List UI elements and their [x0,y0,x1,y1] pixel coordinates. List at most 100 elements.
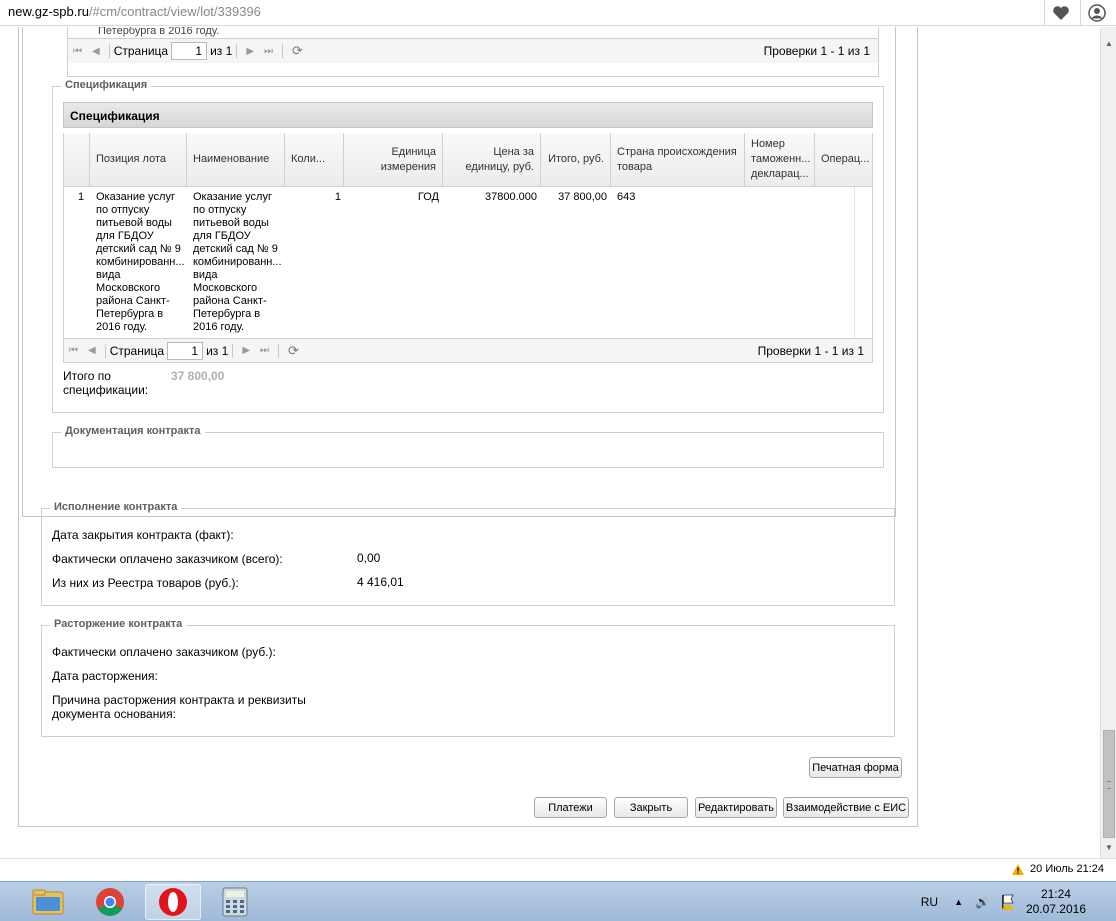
prev-page-icon[interactable]: ◀ [92,46,100,57]
grid-column-divider [854,187,855,338]
close-date-label: Дата закрытия контракта (факт): [52,528,234,542]
url-path: /#cm/contract/view/lot/339396 [88,4,261,19]
taskbar-calculator[interactable] [207,884,263,920]
row-number: 1 [78,191,85,203]
language-indicator[interactable]: RU [921,895,938,909]
specification-grid-pager: ⏮ ◀ Страница 1 из 1 ▶ ⏭ ⟳ Проверки 1 - 1… [63,338,873,363]
warning-icon [1012,863,1025,875]
first-page-icon[interactable]: ⏮ [69,345,78,356]
tray-expand-icon[interactable]: ▲ [954,897,963,907]
column-country[interactable]: Страна происхождения товара [611,133,745,186]
documentation-legend: Документация контракта [61,425,205,437]
termination-paid-label: Фактически оплачено заказчиком (руб.): [52,645,276,659]
registry-value: 4 416,01 [357,575,404,589]
paid-total-value: 0,00 [357,551,381,565]
page-viewport: Петербурга в 2016 году. ⏮ ◀ Страница 1 и… [0,27,1100,858]
cell-unit-price: 37800.000 [485,191,537,203]
termination-legend: Расторжение контракта [50,618,187,630]
documentation-fieldset: Документация контракта [52,425,884,468]
favorite-button[interactable] [1044,0,1076,25]
pager-separator [236,44,238,58]
notification-text: 20 Июль 21:24 [1030,863,1104,875]
column-name[interactable]: Наименование [187,133,285,186]
column-lot-position[interactable]: Позиция лота [90,133,187,186]
clock[interactable]: 21:24 20.07.2016 [1026,887,1086,917]
page-label: Страница [113,44,169,58]
eis-interaction-button[interactable]: Взаимодействие с ЕИС [783,797,909,818]
clock-date: 20.07.2016 [1025,902,1086,916]
cell-total: 37 800,00 [558,191,607,203]
network-flag-icon[interactable] [1000,894,1016,910]
page-input[interactable]: 1 [167,341,204,360]
folder-icon [32,889,64,915]
calculator-icon [222,887,248,917]
cell-unit: ГОД [417,191,439,203]
last-page-icon[interactable]: ⏭ [260,345,269,356]
page-label: Страница [109,343,165,358]
user-icon [1087,3,1106,22]
clock-time: 21:24 [1040,887,1071,901]
address-bar[interactable]: new.gz-spb.ru/#cm/contract/view/lot/3393… [8,4,261,19]
payments-button[interactable]: Платежи [534,797,607,818]
browser-toolbar: new.gz-spb.ru/#cm/contract/view/lot/3393… [0,0,1116,26]
refresh-icon[interactable]: ⟳ [292,43,303,59]
system-tray: RU ▲ 🔊 21:24 20.07.2016 [921,882,1116,921]
specification-grid-title: Спецификация [63,102,873,128]
scrollbar-thumb[interactable] [1103,730,1115,838]
column-total[interactable]: Итого, руб. [541,133,611,186]
pager-separator [108,44,110,58]
previous-grid-row-text: Петербурга в 2016 году. [98,27,220,37]
scroll-down-icon[interactable]: ▼ [1105,843,1113,852]
volume-icon[interactable]: 🔊 [975,895,990,909]
cell-lot-position: Оказание услуг по отпуску питьевой воды … [96,191,185,333]
account-button[interactable] [1080,0,1112,25]
close-button[interactable]: Закрыть [614,797,688,818]
column-customs-number[interactable]: Номер таможенн... декларац... [745,133,815,186]
previous-grid: Петербурга в 2016 году. ⏮ ◀ Страница 1 и… [67,27,879,77]
windows-taskbar: RU ▲ 🔊 21:24 20.07.2016 [0,881,1116,921]
column-rownum [64,133,90,186]
scroll-up-icon[interactable]: ▲ [1105,39,1113,48]
grip-icon [1107,781,1111,789]
column-operation[interactable]: Операц... [815,133,874,186]
page-scrollbar[interactable]: ▲ ▼ [1100,27,1116,858]
spec-total-value: 37 800,00 [171,369,225,383]
pager-summary: Проверки 1 - 1 из 1 [757,343,864,358]
page-input[interactable]: 1 [171,42,208,60]
registry-label: Из них из Реестра товаров (руб.): [52,576,239,590]
browser-status-strip: 20 Июль 21:24 [0,858,1116,880]
taskbar-explorer[interactable] [20,884,76,920]
notification[interactable]: 20 Июль 21:24 [1012,863,1104,875]
opera-icon [159,888,187,916]
specification-grid-header: Позиция лота Наименование Коли... Единиц… [63,133,873,187]
spec-total-label: Итого по спецификации: [63,369,149,397]
execution-legend: Исполнение контракта [50,501,182,513]
heart-icon [1052,5,1069,20]
pager-separator [104,343,106,358]
termination-date-label: Дата расторжения: [52,669,158,683]
column-unit-price[interactable]: Цена за единицу, руб. [443,133,541,186]
specification-legend: Спецификация [61,79,152,91]
prev-page-icon[interactable]: ◀ [88,345,96,356]
page-count: из 1 [206,343,229,358]
pager-separator [232,343,234,358]
paid-total-label: Фактически оплачено заказчиком (всего): [52,552,283,566]
edit-button[interactable]: Редактировать [695,797,777,818]
pager-summary: Проверки 1 - 1 из 1 [763,44,870,58]
print-form-button[interactable]: Печатная форма [809,757,902,778]
page-count: из 1 [210,44,233,58]
taskbar-opera[interactable] [145,884,201,920]
refresh-icon[interactable]: ⟳ [288,343,299,359]
taskbar-chrome[interactable] [82,884,138,920]
next-page-icon[interactable]: ▶ [246,46,254,57]
url-domain: new.gz-spb.ru [8,4,89,19]
previous-grid-pager: ⏮ ◀ Страница 1 из 1 ▶ ⏭ ⟳ Проверки 1 - 1… [68,38,878,63]
last-page-icon[interactable]: ⏭ [264,46,273,57]
termination-reason-label: Причина расторжения контракта и реквизит… [52,693,306,721]
next-page-icon[interactable]: ▶ [242,345,250,356]
first-page-icon[interactable]: ⏮ [73,46,82,57]
pager-separator [282,44,284,58]
column-quantity[interactable]: Коли... [285,133,344,186]
cell-quantity: 1 [334,191,341,203]
column-unit[interactable]: Единица измерения [344,133,443,186]
